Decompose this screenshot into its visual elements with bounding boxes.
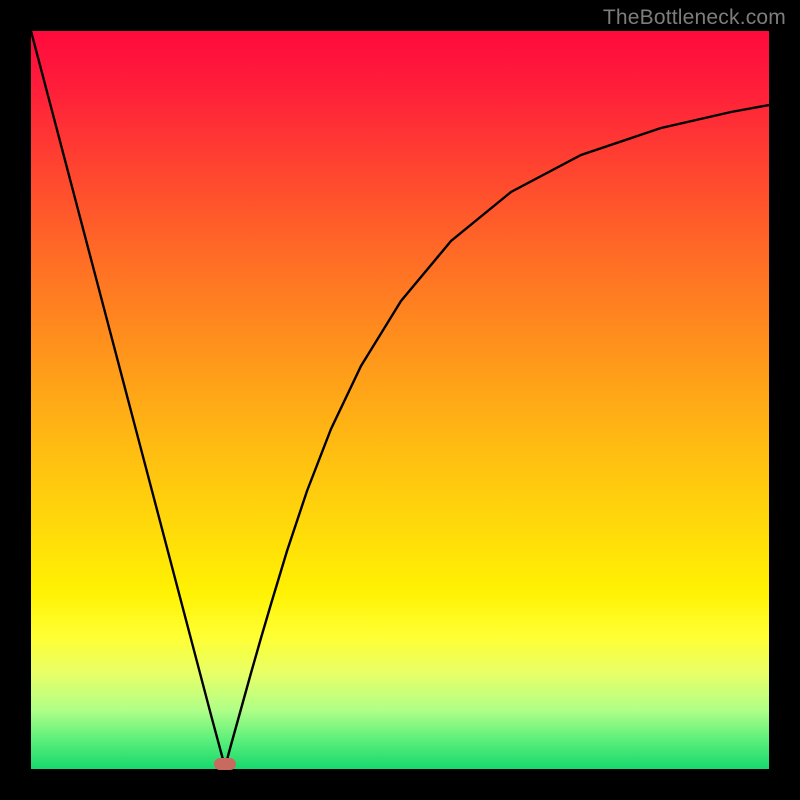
bottleneck-curve [31,31,769,769]
chart-area [31,31,769,769]
watermark-text: TheBottleneck.com [603,6,786,30]
optimal-marker [214,758,236,770]
